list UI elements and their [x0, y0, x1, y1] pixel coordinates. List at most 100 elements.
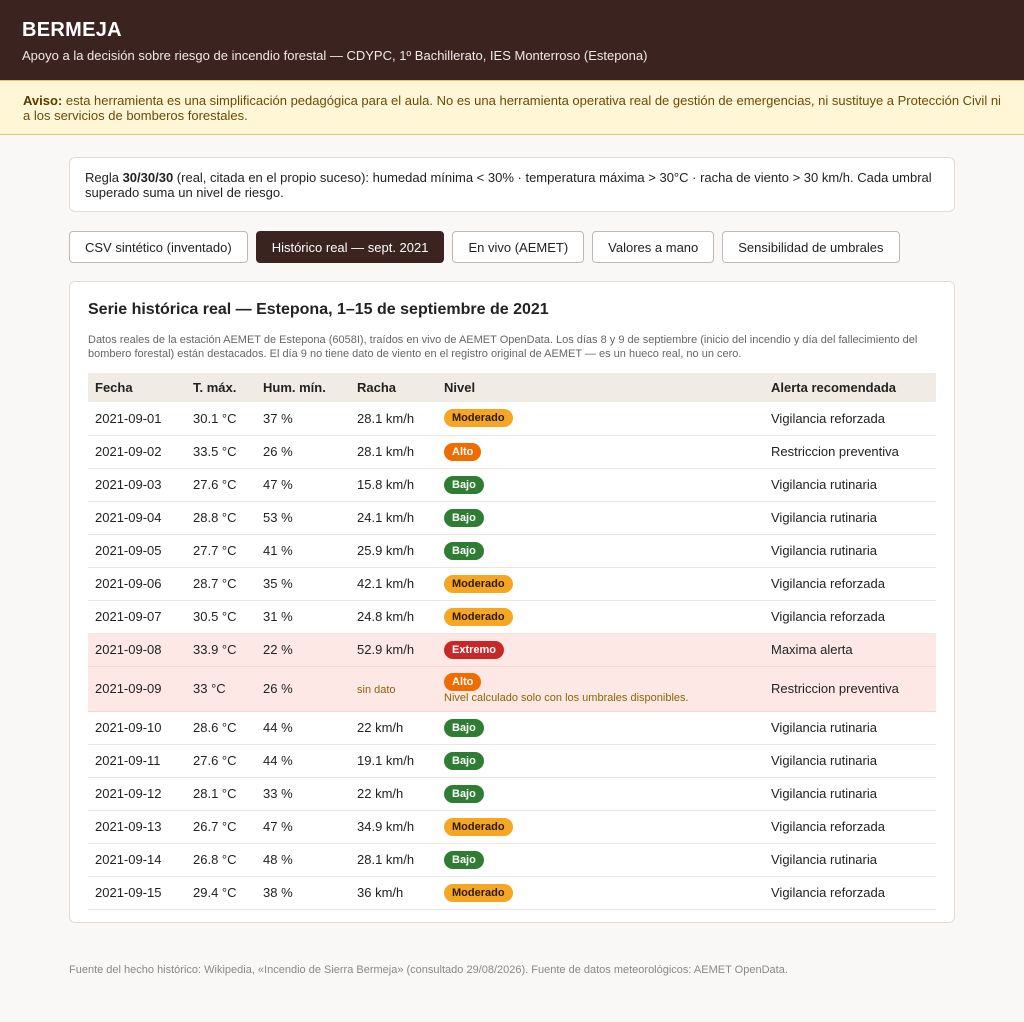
cell-hum: 26 %: [256, 666, 350, 712]
cell-tmax: 27.6 °C: [186, 744, 256, 778]
cell-racha: 28.1 km/h: [350, 843, 437, 877]
cell-nivel: Bajo: [437, 711, 764, 745]
cell-alerta-value: Restriccion preventiva: [771, 681, 899, 696]
cell-racha: 24.8 km/h: [350, 600, 437, 634]
cell-hum-value: 44 %: [263, 720, 293, 735]
cell-tmax: 33 °C: [186, 666, 256, 712]
cell-alerta: Vigilancia rutinaria: [764, 501, 936, 535]
table-row: 2021-09-08 33.9 °C 22 % 52.9 km/h Extremo Max…: [88, 633, 936, 667]
cell-fecha: 2021-09-07: [88, 600, 186, 634]
cell-tmax: 33.9 °C: [186, 633, 256, 667]
col-tmax: T. máx.: [193, 380, 237, 395]
cell-tmax-value: 27.7 °C: [193, 543, 237, 558]
series-table: Fecha T. máx. Hum. mín. Racha Nivel Aler…: [88, 373, 936, 910]
risk-level-badge: Bajo: [444, 718, 484, 737]
cell-fecha: 2021-09-06: [88, 567, 186, 601]
cell-hum-value: 41 %: [263, 543, 293, 558]
tab-bar: CSV sintético (inventado) Histórico real…: [69, 231, 955, 263]
cell-tmax-value: 28.6 °C: [193, 720, 237, 735]
cell-nivel: Alto: [437, 435, 764, 469]
cell-alerta: Vigilancia reforzada: [764, 402, 936, 436]
table-header-row: Fecha T. máx. Hum. mín. Racha Nivel Aler…: [88, 373, 936, 402]
col-hum: Hum. mín.: [263, 380, 326, 395]
cell-racha: 22 km/h: [350, 777, 437, 811]
cell-alerta-value: Vigilancia rutinaria: [771, 543, 877, 558]
series-description: Datos reales de la estación AEMET de Est…: [88, 334, 918, 360]
cell-tmax-value: 27.6 °C: [193, 753, 237, 768]
cell-racha: 19.1 km/h: [350, 744, 437, 778]
cell-tmax: 26.7 °C: [186, 810, 256, 844]
tab-historico-real[interactable]: Histórico real — sept. 2021: [255, 231, 445, 263]
cell-racha-value: 25.9 km/h: [357, 543, 415, 558]
cell-hum-value: 47 %: [263, 477, 293, 492]
cell-racha: 25.9 km/h: [350, 534, 437, 568]
tab-en-vivo[interactable]: En vivo (AEMET): [452, 231, 585, 263]
cell-racha: 28.1 km/h: [350, 402, 437, 436]
cell-racha-value: 36 km/h: [357, 885, 404, 900]
cell-fecha: 2021-09-08: [88, 633, 186, 667]
cell-alerta-value: Vigilancia reforzada: [771, 410, 885, 426]
table-row: 2021-09-07 30.5 °C 31 % 24.8 km/h Moderado Vi…: [88, 600, 936, 634]
cell-tmax-value: 28.1 °C: [193, 786, 237, 801]
cell-racha-value: 22 km/h: [357, 786, 404, 801]
tab-valores-a-mano[interactable]: Valores a mano: [592, 231, 715, 263]
cell-nivel: Moderado: [437, 600, 764, 634]
risk-level-badge: Moderado: [444, 883, 513, 902]
app-subtitle: Apoyo a la decisión sobre riesgo de ince…: [22, 48, 648, 63]
cell-tmax-value: 33.9 °C: [193, 642, 237, 657]
cell-fecha: 2021-09-02: [88, 435, 186, 469]
cell-nivel: Extremo: [437, 633, 764, 667]
cell-racha-value: 28.1 km/h: [357, 852, 415, 867]
cell-fecha-value: 2021-09-12: [95, 786, 162, 801]
cell-alerta: Vigilancia rutinaria: [764, 744, 936, 778]
table-row: 2021-09-01 30.1 °C 37 % 28.1 km/h Moderado Vi…: [88, 402, 936, 436]
risk-level-badge: Alto: [444, 672, 482, 691]
cell-nivel: Moderado: [437, 810, 764, 844]
cell-alerta: Vigilancia rutinaria: [764, 534, 936, 568]
cell-fecha-value: 2021-09-06: [95, 576, 162, 591]
cell-hum-value: 35 %: [263, 576, 293, 591]
tab-csv-sintetico[interactable]: CSV sintético (inventado): [69, 231, 248, 263]
cell-fecha-value: 2021-09-11: [95, 753, 161, 768]
cell-alerta: Vigilancia rutinaria: [764, 468, 936, 502]
cell-alerta-value: Vigilancia rutinaria: [771, 720, 877, 735]
table-row: 2021-09-06 28.7 °C 35 % 42.1 km/h Moderado Vi…: [88, 567, 936, 601]
cell-fecha-value: 2021-09-05: [95, 543, 162, 558]
cell-alerta-value: Vigilancia reforzada: [771, 819, 885, 834]
table-row: 2021-09-12 28.1 °C 33 % 22 km/h Bajo Vigilanc…: [88, 777, 936, 811]
cell-fecha-value: 2021-09-13: [95, 819, 162, 834]
risk-level-badge: Bajo: [444, 475, 484, 494]
cell-fecha: 2021-09-11: [88, 744, 186, 778]
cell-fecha: 2021-09-01: [88, 402, 186, 436]
cell-hum: 38 %: [256, 876, 350, 910]
cell-tmax-value: 29.4 °C: [193, 885, 237, 900]
cell-alerta: Restriccion preventiva: [764, 435, 936, 469]
cell-racha-value: 34.9 km/h: [357, 819, 415, 834]
cell-hum-value: 47 %: [263, 819, 293, 834]
table-body: 2021-09-01 30.1 °C 37 % 28.1 km/h Moderado Vi…: [88, 402, 936, 910]
risk-level-badge: Bajo: [444, 541, 484, 560]
cell-hum: 31 %: [256, 600, 350, 634]
cell-alerta-value: Maxima alerta: [771, 642, 853, 657]
cell-hum: 37 %: [256, 402, 350, 436]
tab-sensibilidad[interactable]: Sensibilidad de umbrales: [722, 231, 900, 263]
cell-hum: 33 %: [256, 777, 350, 811]
cell-fecha-value: 2021-09-10: [95, 720, 162, 735]
risk-level-badge: Moderado: [444, 409, 513, 428]
cell-racha-value: 19.1 km/h: [357, 753, 415, 768]
cell-fecha: 2021-09-12: [88, 777, 186, 811]
cell-hum-value: 44 %: [263, 753, 293, 768]
table-row: 2021-09-05 27.7 °C 41 % 25.9 km/h Bajo Vigila…: [88, 534, 936, 568]
cell-fecha: 2021-09-09: [88, 666, 186, 712]
cell-tmax-value: 30.1 °C: [193, 410, 237, 426]
cell-racha: 42.1 km/h: [350, 567, 437, 601]
rule-box: Regla 30/30/30 (real, citada en el propi…: [69, 157, 955, 212]
cell-fecha-value: 2021-09-03: [95, 477, 162, 492]
cell-fecha-value: 2021-09-02: [95, 444, 162, 459]
cell-alerta-value: Vigilancia rutinaria: [771, 753, 877, 768]
app-title: BERMEJA: [22, 19, 122, 41]
cell-racha-value: sin dato: [357, 684, 396, 696]
cell-tmax-value: 33 °C: [193, 681, 226, 696]
cell-racha: 36 km/h: [350, 876, 437, 910]
cell-nivel: Moderado: [437, 567, 764, 601]
